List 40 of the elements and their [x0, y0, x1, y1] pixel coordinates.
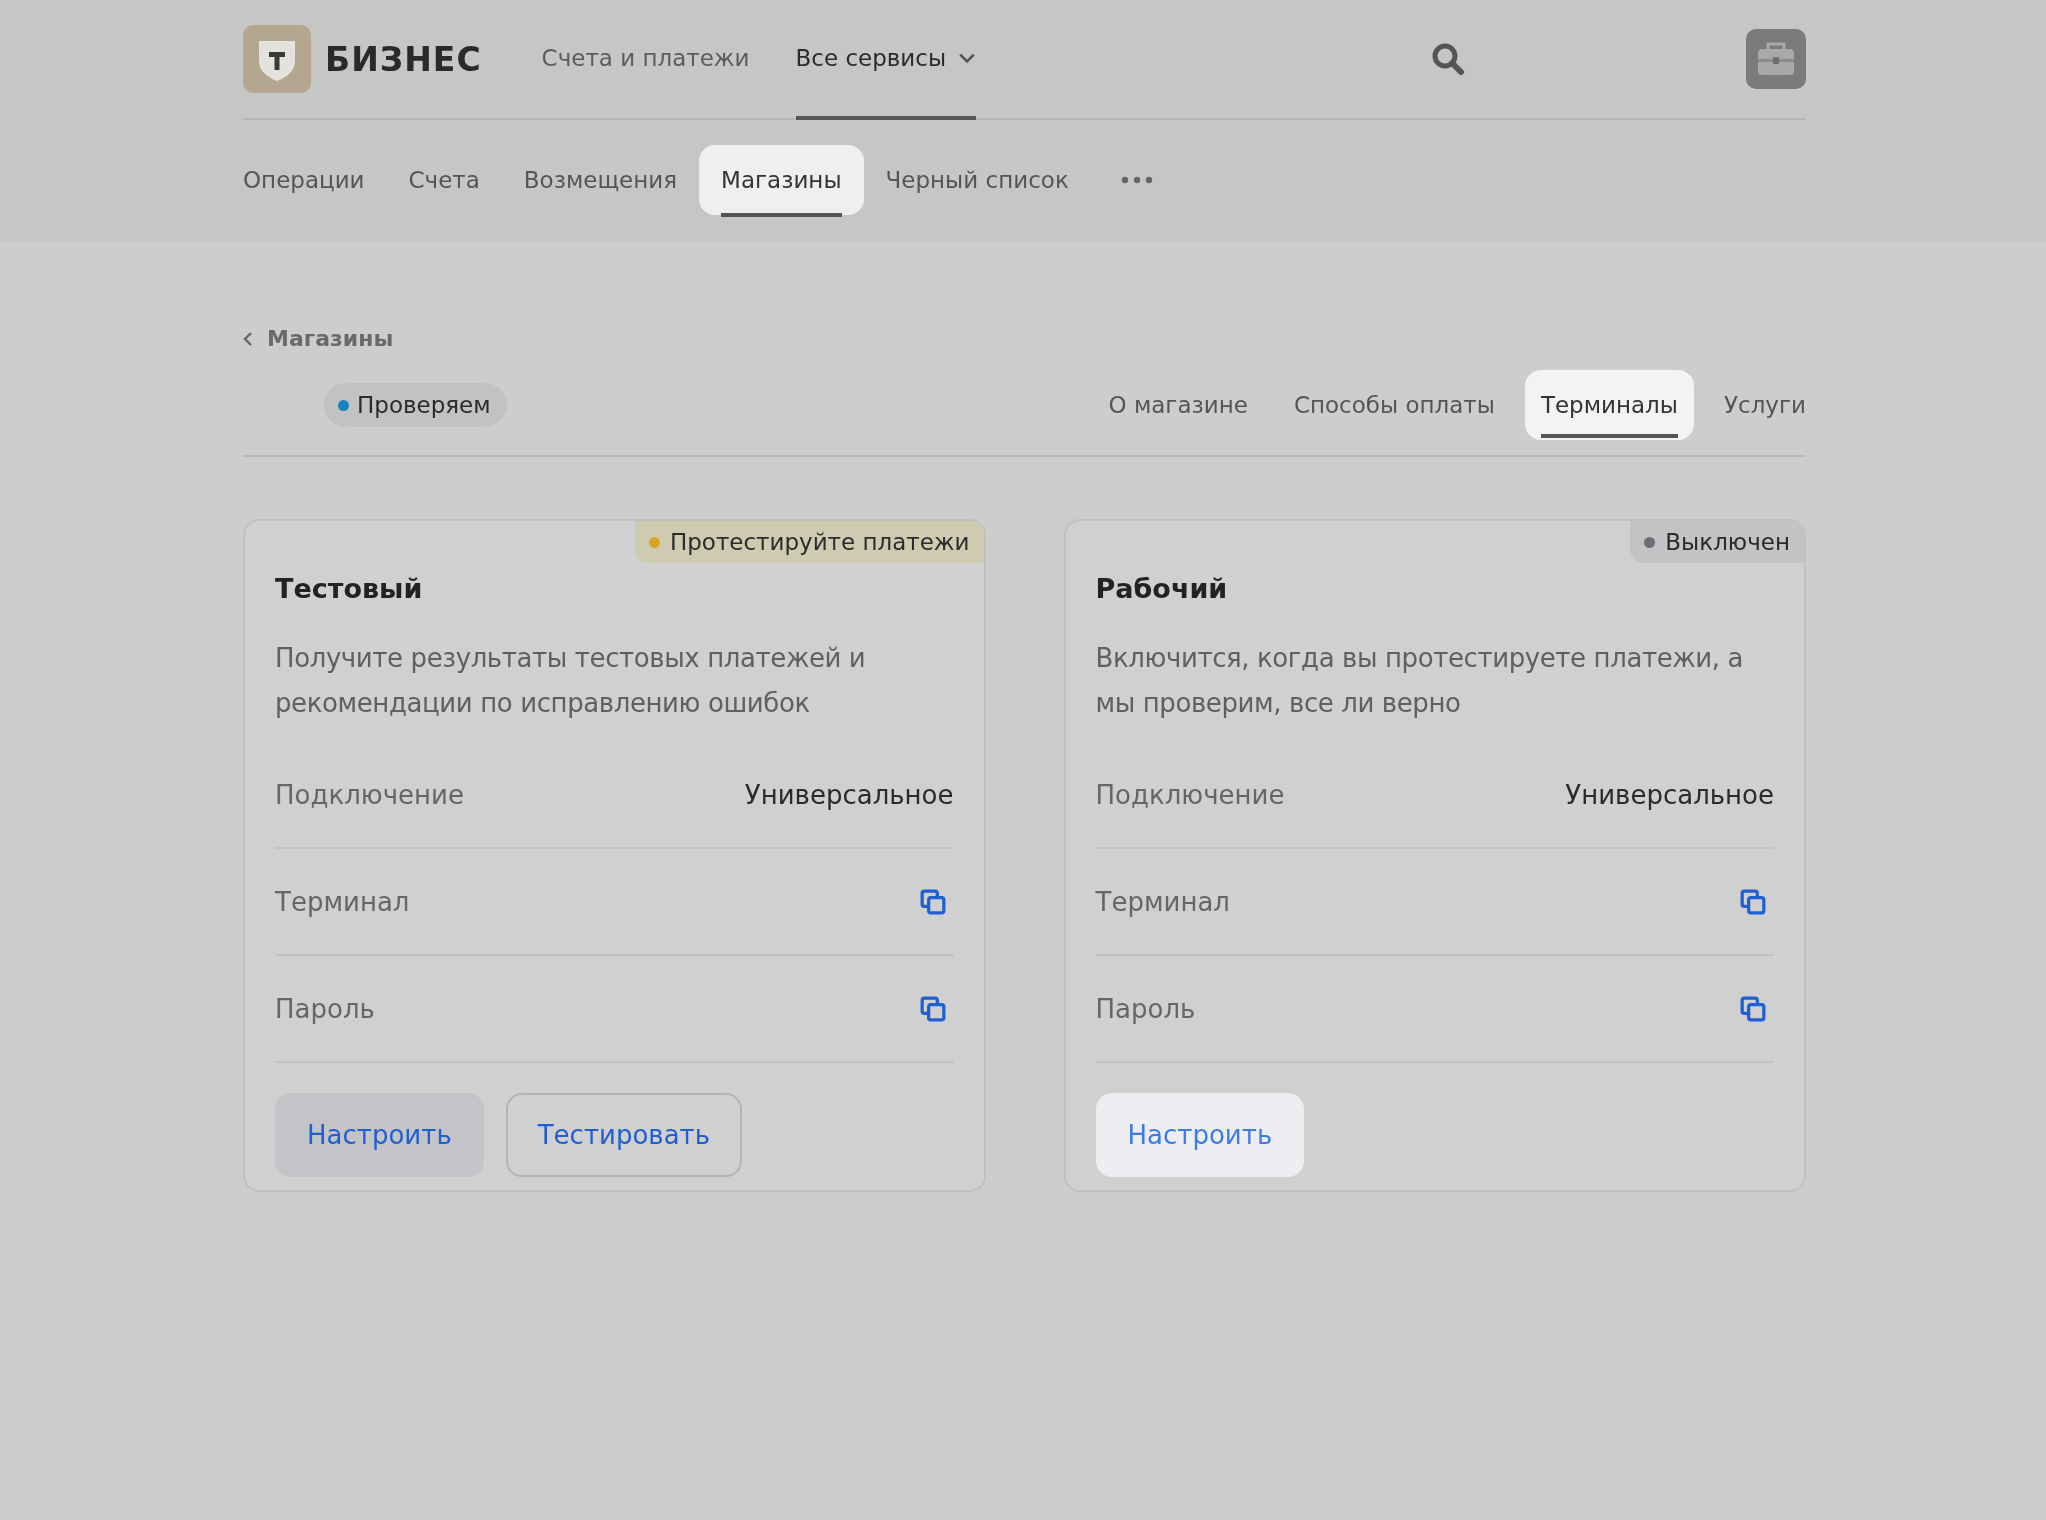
- action-button[interactable]: Настроить: [1095, 1093, 1305, 1177]
- field-value: Универсальное: [744, 779, 954, 810]
- field-label: Подключение: [1095, 779, 1285, 810]
- field-label: Подключение: [275, 779, 464, 810]
- shield-logo-icon[interactable]: [243, 25, 311, 93]
- nav-link[interactable]: Счета и платежи: [541, 0, 750, 120]
- copy-icon[interactable]: [919, 995, 946, 1022]
- copy-icon[interactable]: [1740, 888, 1766, 915]
- card-title: Тестовый: [275, 573, 424, 604]
- nav-link[interactable]: Все сервисы: [795, 0, 977, 120]
- field-label: Терминал: [275, 886, 410, 917]
- more-icon[interactable]: [1120, 176, 1153, 184]
- status-badge: Выключен: [1630, 521, 1804, 563]
- status-pill: Проверяем: [324, 383, 507, 427]
- field-label: Пароль: [275, 993, 375, 1024]
- store-tab[interactable]: Терминалы: [1524, 370, 1694, 440]
- store-tab[interactable]: Способы оплаты: [1277, 370, 1511, 440]
- card-description: Включится, когда вы протестируете платежи, а мы проверим, все ли верно: [1095, 642, 1745, 720]
- section-tab[interactable]: Счета: [386, 145, 502, 215]
- card-title: Рабочий: [1095, 573, 1229, 604]
- section-tab[interactable]: Черный список: [863, 145, 1091, 215]
- status-badge: Протестируйте платежи: [634, 521, 984, 563]
- field-label: Пароль: [1095, 993, 1196, 1024]
- section-tab[interactable]: Операции: [243, 145, 387, 215]
- copy-icon[interactable]: [919, 888, 946, 915]
- store-tab[interactable]: Услуги: [1708, 370, 1806, 440]
- action-button[interactable]: Настроить: [275, 1093, 484, 1177]
- store-tab[interactable]: О магазине: [1092, 370, 1264, 440]
- back-link[interactable]: Магазины: [243, 326, 394, 351]
- briefcase-avatar-icon[interactable]: [1746, 29, 1806, 89]
- copy-icon[interactable]: [1740, 995, 1766, 1022]
- field-label: Терминал: [1095, 886, 1230, 917]
- card-description: Получите результаты тестовых платежей и рекомендации по исправлению ошибок: [275, 642, 867, 720]
- logo-text: БИЗНЕС: [325, 39, 482, 79]
- search-icon[interactable]: [1430, 41, 1466, 77]
- section-tab[interactable]: Возмещения: [501, 145, 700, 215]
- field-value: Универсальное: [1565, 779, 1774, 810]
- action-button[interactable]: Тестировать: [505, 1093, 743, 1177]
- chevron-left-icon: [243, 330, 253, 347]
- section-tab[interactable]: Магазины: [699, 145, 864, 215]
